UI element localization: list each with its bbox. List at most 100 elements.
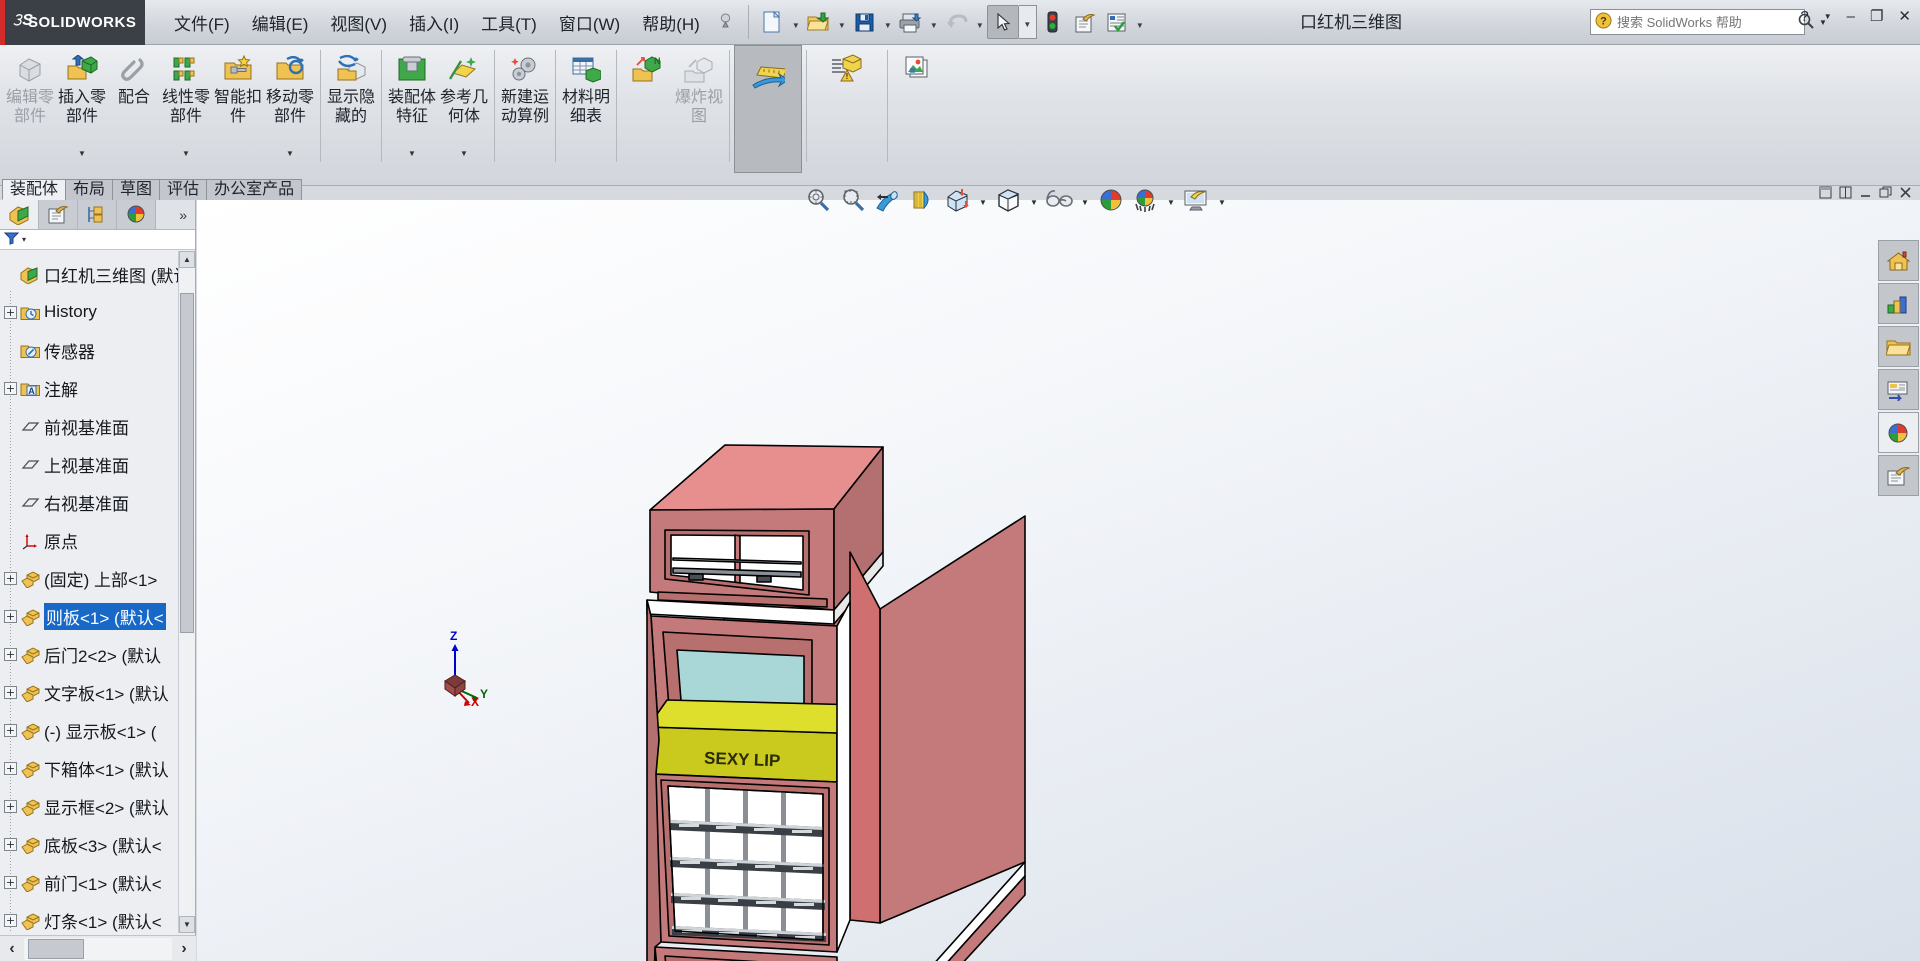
- graphics-viewport[interactable]: SEXY LIP Z Y X: [197, 200, 1920, 961]
- restore-all-icon[interactable]: [1819, 186, 1832, 202]
- scroll-down-button[interactable]: ▼: [179, 916, 195, 933]
- scroll-right-button[interactable]: ›: [172, 937, 196, 961]
- print-caret-icon[interactable]: ▼: [927, 5, 941, 39]
- instant3d-button[interactable]: [734, 45, 802, 173]
- tree-item-component-zeban[interactable]: + 则板<1> (默认<: [0, 597, 178, 635]
- expand-icon[interactable]: +: [4, 799, 17, 813]
- file-properties-icon[interactable]: [1069, 5, 1101, 39]
- expand-icon[interactable]: +: [4, 875, 17, 889]
- tree-item-right-plane[interactable]: 右视基准面: [0, 483, 178, 521]
- scrollbar-thumb[interactable]: [28, 938, 84, 959]
- tree-item-component-qianmen[interactable]: + 前门<1> (默认<: [0, 863, 178, 901]
- tree-item-component-houmen2[interactable]: + 后门2<2> (默认: [0, 635, 178, 673]
- feature-tree-horizontal-scrollbar[interactable]: ‹ ›: [0, 935, 196, 961]
- vending-machine-model[interactable]: SEXY LIP: [197, 200, 1920, 961]
- hide-show-items-caret-icon[interactable]: ▼: [1026, 183, 1042, 217]
- assembly-features-caret-icon[interactable]: ▼: [408, 149, 416, 158]
- bill-of-materials-button[interactable]: 材料明细表: [560, 45, 612, 163]
- tree-item-annotations[interactable]: + A 注解: [0, 369, 178, 407]
- new-document-caret-icon[interactable]: ▼: [789, 5, 803, 39]
- explode-line-sketch-button[interactable]: 爆炸视图: [673, 45, 725, 163]
- filter-caret-icon[interactable]: ▾: [22, 235, 26, 244]
- custom-properties-button[interactable]: [1878, 455, 1919, 496]
- view-palette-button[interactable]: [1878, 369, 1919, 410]
- restore-button[interactable]: ❐: [1867, 6, 1886, 26]
- file-explorer-button[interactable]: [1878, 326, 1919, 367]
- linear-component-pattern-button[interactable]: 线性零部件 ▼: [160, 45, 212, 163]
- tile-icon[interactable]: [1839, 186, 1852, 202]
- expand-icon[interactable]: +: [4, 571, 17, 585]
- tree-item-component-dengtiao[interactable]: + 灯条<1> (默认<: [0, 901, 178, 933]
- menu-view[interactable]: 视图(V): [319, 6, 398, 39]
- filter-funnel-icon[interactable]: [3, 231, 20, 248]
- move-component-button[interactable]: 移动零部件 ▼: [264, 45, 316, 163]
- menu-tools[interactable]: 工具(T): [470, 6, 548, 39]
- appearances-scenes-button[interactable]: [1878, 412, 1919, 453]
- save-icon[interactable]: [849, 5, 881, 39]
- expand-icon[interactable]: +: [4, 913, 17, 927]
- tree-item-component-wenziban[interactable]: + 文字板<1> (默认: [0, 673, 178, 711]
- tree-item-sensors[interactable]: 传感器: [0, 331, 178, 369]
- help-button[interactable]: ?: [1797, 7, 1811, 26]
- zoom-to-fit-button[interactable]: [800, 183, 835, 217]
- feature-tree-vertical-scrollbar[interactable]: ▲ ▼: [178, 251, 195, 933]
- hide-show-items-button[interactable]: [991, 183, 1026, 217]
- tab-office-products[interactable]: 办公室产品: [206, 179, 303, 200]
- tab-evaluate[interactable]: 评估: [159, 179, 208, 200]
- design-library-button[interactable]: [1878, 283, 1919, 324]
- scrollbar-thumb[interactable]: [180, 293, 194, 633]
- options-icon[interactable]: [1101, 5, 1133, 39]
- insert-component-caret-icon[interactable]: ▼: [78, 149, 86, 158]
- close-icon[interactable]: [1899, 186, 1912, 202]
- insert-component-button[interactable]: 插入零部件 ▼: [56, 45, 108, 163]
- expand-icon[interactable]: +: [4, 609, 17, 623]
- tab-layout[interactable]: 布局: [65, 179, 114, 200]
- menu-insert[interactable]: 插入(I): [398, 6, 470, 39]
- apply-scene-button[interactable]: [1042, 183, 1077, 217]
- apply-scene-caret-icon[interactable]: ▼: [1077, 183, 1093, 217]
- menu-window[interactable]: 窗口(W): [548, 6, 631, 39]
- tab-assembly[interactable]: 装配体: [2, 179, 67, 200]
- expand-icon[interactable]: +: [4, 647, 17, 661]
- expand-icon[interactable]: +: [4, 381, 17, 395]
- rebuild-traffic-light-icon[interactable]: [1037, 5, 1069, 39]
- expand-icon[interactable]: +: [4, 837, 17, 851]
- minimize-button[interactable]: –: [1844, 7, 1858, 26]
- linear-pattern-caret-icon[interactable]: ▼: [182, 149, 190, 158]
- scroll-left-button[interactable]: ‹: [0, 937, 24, 961]
- select-caret-icon[interactable]: ▼: [1018, 5, 1037, 39]
- help-caret-icon[interactable]: ▼: [1821, 11, 1835, 22]
- mate-button[interactable]: 配合: [108, 45, 160, 163]
- screen-capture-button[interactable]: [1179, 183, 1214, 217]
- tree-item-component-diban[interactable]: + 底板<3> (默认<: [0, 825, 178, 863]
- display-style-caret-icon[interactable]: ▼: [975, 183, 991, 217]
- expand-icon[interactable]: +: [4, 723, 17, 737]
- tree-item-history[interactable]: + History: [0, 293, 178, 331]
- help-search-box[interactable]: ? ▼: [1590, 9, 1827, 35]
- options-caret-icon[interactable]: ▼: [1133, 5, 1147, 39]
- appearances-button[interactable]: [1128, 183, 1163, 217]
- move-component-caret-icon[interactable]: ▼: [286, 149, 294, 158]
- show-hidden-components-button[interactable]: 显示隐藏的: [325, 45, 377, 163]
- tree-item-assembly-root[interactable]: 口红机三维图 (默认: [0, 255, 178, 293]
- help-search-input[interactable]: [1617, 14, 1793, 30]
- new-motion-study-button[interactable]: 新建运动算例: [499, 45, 551, 163]
- menu-help[interactable]: 帮助(H): [631, 6, 711, 39]
- reference-geometry-button[interactable]: 参考几何体 ▼: [438, 45, 490, 163]
- expand-icon[interactable]: +: [4, 305, 17, 319]
- appearances-caret-icon[interactable]: ▼: [1163, 183, 1179, 217]
- view-settings-button[interactable]: [1093, 183, 1128, 217]
- open-folder-icon[interactable]: [803, 5, 835, 39]
- scrollbar-track[interactable]: [24, 937, 172, 960]
- smart-fasteners-button[interactable]: 智能扣件: [212, 45, 264, 163]
- pin-icon[interactable]: [717, 12, 734, 33]
- save-caret-icon[interactable]: ▼: [881, 5, 895, 39]
- tree-item-component-xiaxiangti[interactable]: + 下箱体<1> (默认: [0, 749, 178, 787]
- exploded-view-button[interactable]: N: [621, 45, 673, 163]
- open-folder-caret-icon[interactable]: ▼: [835, 5, 849, 39]
- tab-sketch[interactable]: 草图: [112, 179, 161, 200]
- expand-icon[interactable]: +: [4, 761, 17, 775]
- tree-item-component-shangbu[interactable]: + (固定) 上部<1>: [0, 559, 178, 597]
- zoom-to-area-button[interactable]: [835, 183, 870, 217]
- undo-icon[interactable]: [941, 5, 973, 39]
